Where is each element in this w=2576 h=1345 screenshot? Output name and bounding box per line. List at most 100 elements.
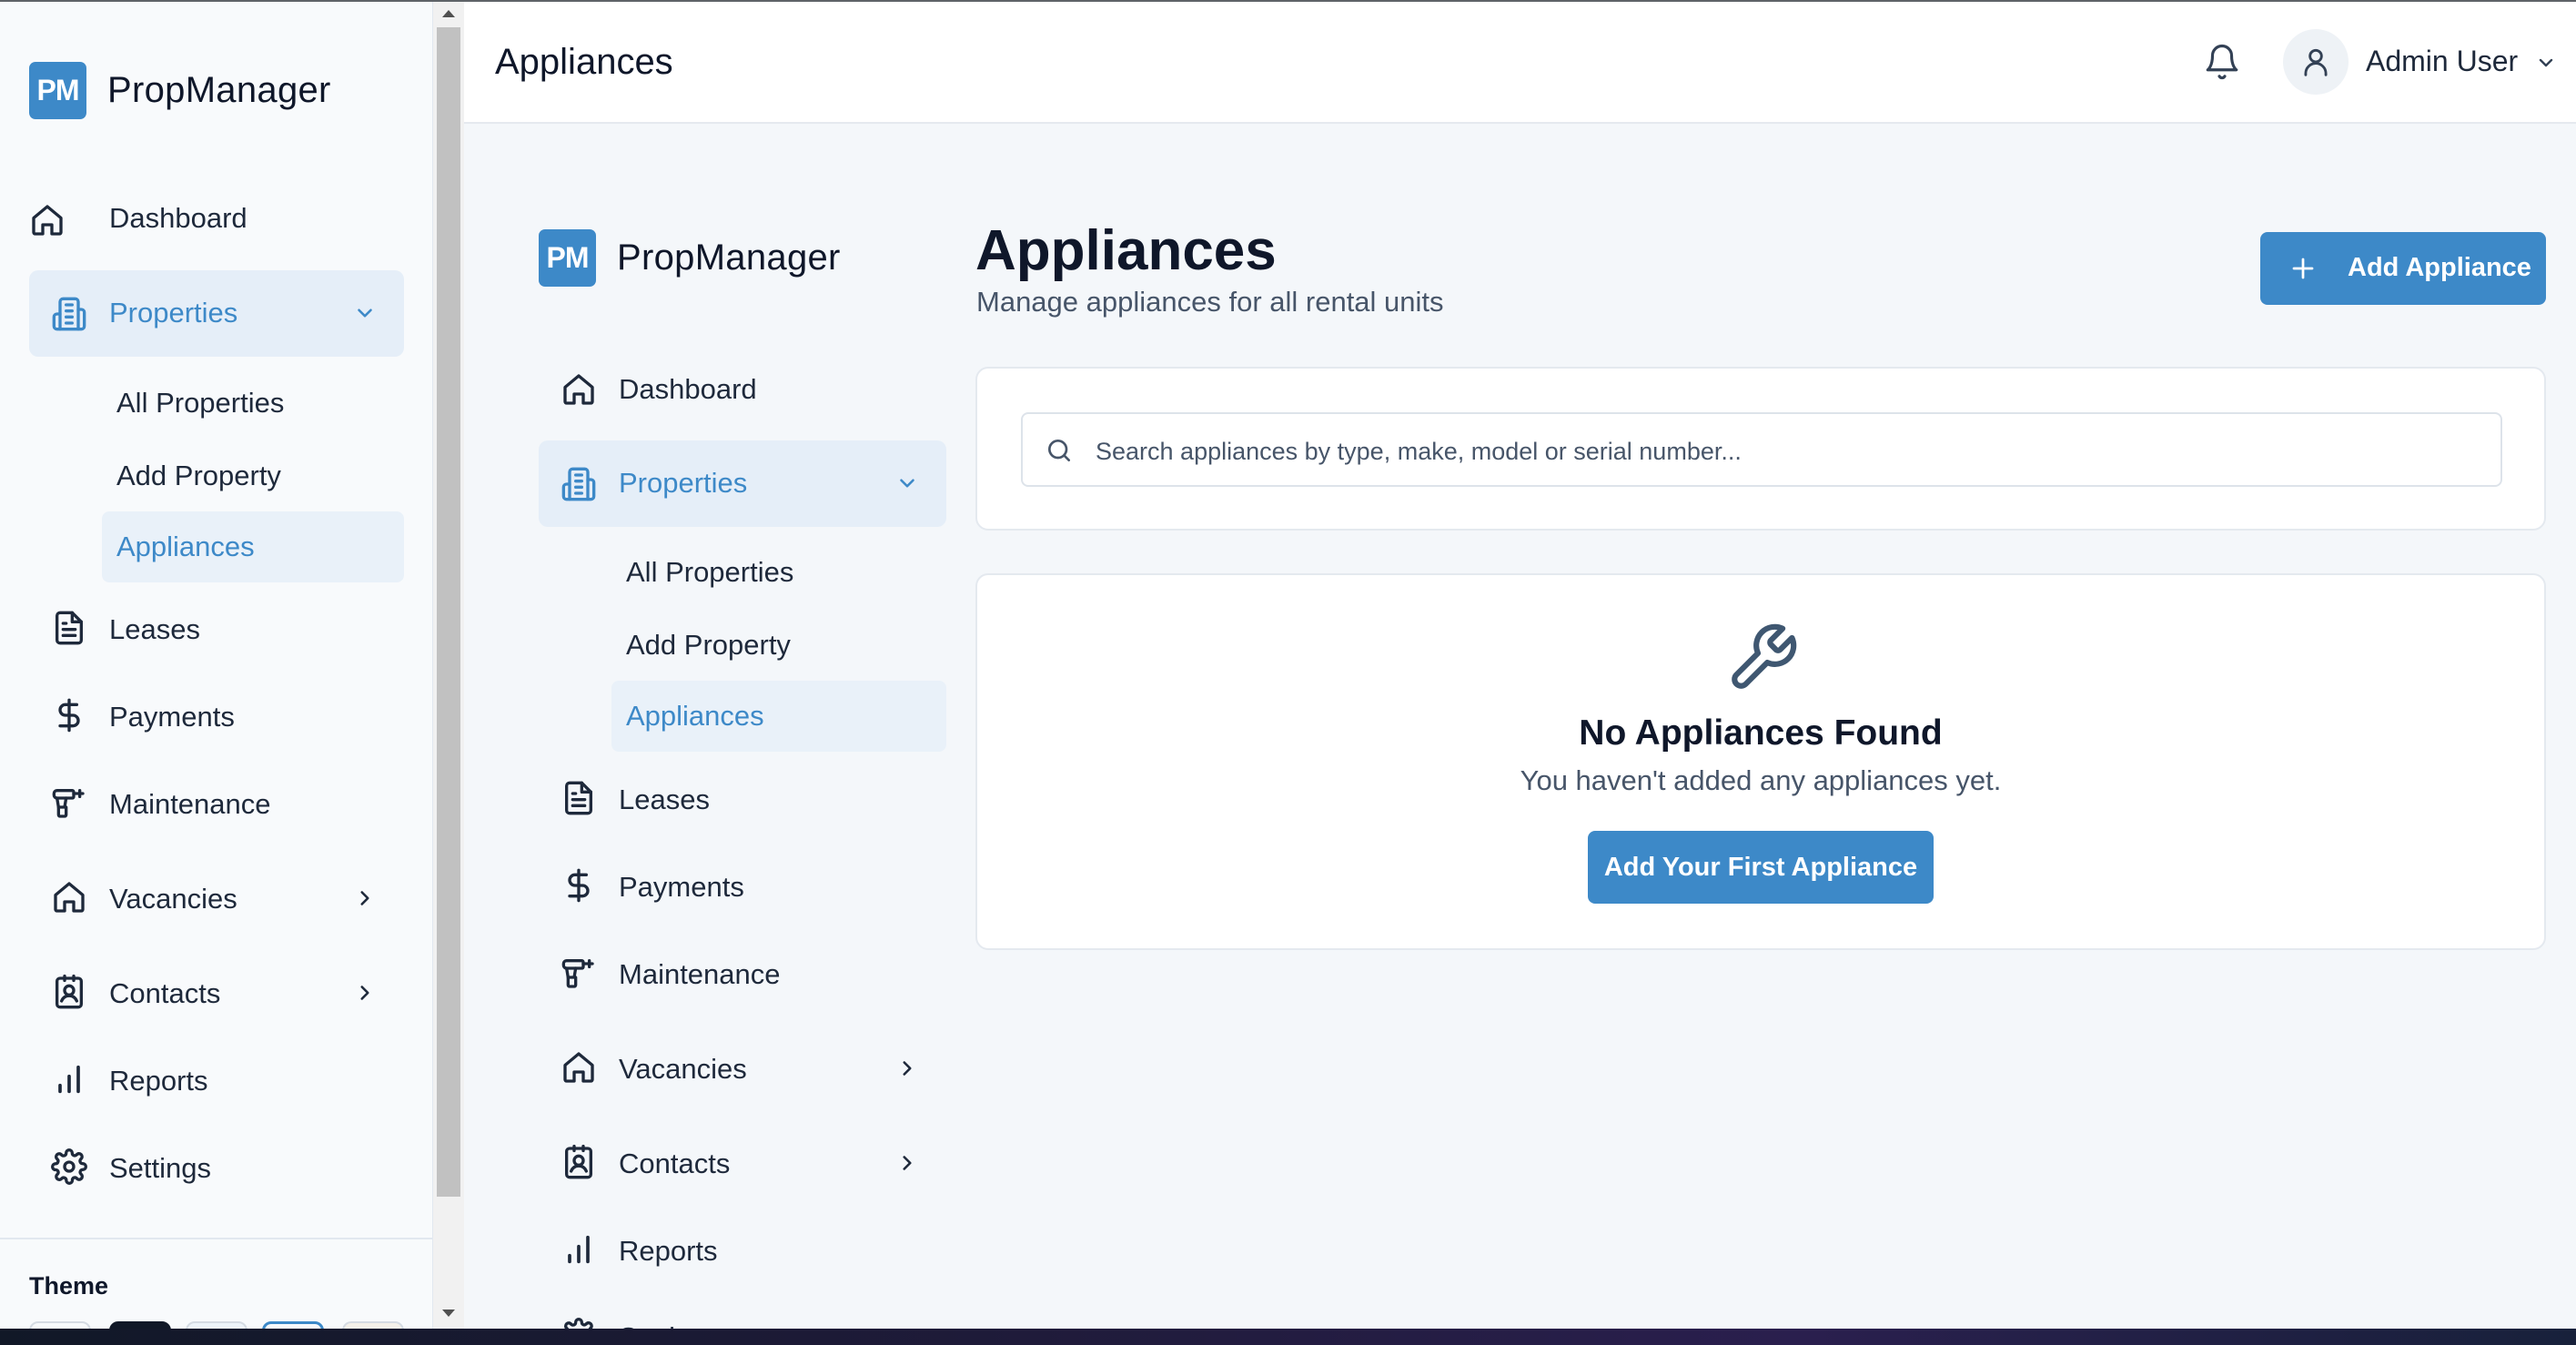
search-input[interactable]: Search appliances by type, make, model o… <box>1021 412 2502 487</box>
header-title: Appliances <box>495 42 673 82</box>
contact-icon <box>51 974 87 1010</box>
inner-sidebar-item-maintenance[interactable]: Maintenance <box>561 955 946 991</box>
chevron-down-icon[interactable] <box>895 471 919 495</box>
sidebar-divider <box>0 1238 432 1239</box>
sidebar-item-vacancies[interactable]: Vacancies <box>51 879 404 915</box>
sidebar-item-label: Dashboard <box>109 202 247 234</box>
gear-icon <box>51 1148 87 1185</box>
theme-swatch-light[interactable] <box>29 1321 91 1329</box>
sidebar-item-dashboard[interactable]: Dashboard <box>29 202 404 238</box>
sidebar-item-label: Dashboard <box>619 373 757 405</box>
inner-sidebar-item-vacancies[interactable]: Vacancies <box>561 1049 946 1086</box>
brand-name: PropManager <box>107 70 331 110</box>
sidebar-subitem-appliances[interactable]: Appliances <box>102 511 404 582</box>
sidebar-brand[interactable]: PM PropManager <box>29 62 331 119</box>
inner-sidebar-item-leases[interactable]: Leases <box>561 780 946 816</box>
sidebar-item-settings[interactable]: Settings <box>51 1148 404 1185</box>
sidebar-item-label: Settings <box>619 1321 721 1329</box>
brand-logo: PM <box>29 62 86 119</box>
sidebar-item-label: Leases <box>109 613 200 645</box>
home-icon <box>561 371 597 408</box>
chevron-right-icon[interactable] <box>895 1151 919 1175</box>
theme-swatch-blue[interactable] <box>186 1321 247 1329</box>
add-appliance-label: Add Appliance <box>2348 253 2531 282</box>
contact-icon <box>561 1144 597 1180</box>
document-icon <box>561 780 597 816</box>
sidebar-item-label: Reports <box>109 1065 208 1097</box>
inner-sidebar-item-properties[interactable]: Properties <box>539 440 946 527</box>
inner-sidebar-item-contacts[interactable]: Contacts <box>561 1144 946 1180</box>
inner-sidebar-item-settings[interactable]: Settings <box>561 1318 946 1329</box>
sidebar-item-label: Properties <box>619 467 748 499</box>
sidebar-item-leases[interactable]: Leases <box>51 610 404 646</box>
sidebar-item-payments[interactable]: Payments <box>51 697 404 733</box>
window-top-border <box>0 0 2576 2</box>
sidebar-item-reports[interactable]: Reports <box>51 1061 404 1097</box>
inner-sidebar-subitem-appliances[interactable]: Appliances <box>611 681 946 752</box>
theme-swatch-selected[interactable] <box>262 1321 324 1329</box>
taskbar-strip <box>0 1329 2576 1345</box>
page-title: Appliances <box>975 219 1277 282</box>
brand-name: PropManager <box>617 238 841 278</box>
user-icon <box>2298 45 2333 79</box>
document-icon <box>51 610 87 646</box>
add-appliance-button[interactable]: Add Appliance <box>2260 232 2546 305</box>
inner-sidebar-subitem-all-properties[interactable]: All Properties <box>626 556 793 589</box>
sidebar-item-maintenance[interactable]: Maintenance <box>51 784 404 821</box>
page-subtitle: Manage appliances for all rental units <box>976 286 1444 318</box>
inner-sidebar-item-reports[interactable]: Reports <box>561 1231 946 1268</box>
wrench-icon <box>1725 621 1800 695</box>
chevron-right-icon[interactable] <box>895 1057 919 1080</box>
bar-chart-icon <box>561 1231 597 1268</box>
drill-icon <box>561 955 597 991</box>
sidebar-item-label: Contacts <box>619 1148 731 1179</box>
sidebar-item-label: Properties <box>109 297 238 329</box>
scroll-down-arrow-icon[interactable] <box>441 1309 456 1318</box>
bell-icon[interactable] <box>2203 43 2241 81</box>
bar-chart-icon <box>51 1061 87 1097</box>
sidebar-item-label: Settings <box>109 1152 212 1184</box>
sidebar-subitem-all-properties[interactable]: All Properties <box>116 387 284 420</box>
sidebar-item-label: Vacancies <box>619 1053 747 1085</box>
inner-sidebar-brand[interactable]: PM PropManager <box>539 229 841 287</box>
building-icon <box>561 466 597 502</box>
inner-sidebar-item-dashboard[interactable]: Dashboard <box>561 371 946 408</box>
user-name[interactable]: Admin User <box>2366 45 2518 78</box>
chevron-right-icon[interactable] <box>353 981 377 1005</box>
sidebar-scrollbar[interactable] <box>433 0 464 1329</box>
top-header: Appliances Admin User <box>464 2 2576 124</box>
sidebar-subitem-add-property[interactable]: Add Property <box>116 460 281 492</box>
home-icon <box>51 879 87 915</box>
drill-icon <box>51 784 87 821</box>
brand-logo: PM <box>539 229 596 287</box>
sidebar-item-label: Maintenance <box>109 788 271 820</box>
sidebar: PM PropManager Dashboard Properties All … <box>0 0 433 1329</box>
sidebar-item-label: Vacancies <box>109 883 237 915</box>
home-icon <box>29 202 66 238</box>
sidebar-item-label: Reports <box>619 1235 718 1267</box>
home-icon <box>561 1049 597 1086</box>
chevron-down-icon[interactable] <box>353 301 377 325</box>
inner-sidebar-item-payments[interactable]: Payments <box>561 867 946 904</box>
scroll-up-arrow-icon[interactable] <box>441 9 456 18</box>
avatar[interactable] <box>2283 29 2349 95</box>
chevron-down-icon[interactable] <box>2535 52 2557 74</box>
scrollbar-thumb[interactable] <box>437 27 460 1197</box>
empty-state-card: No Appliances Found You haven't added an… <box>975 573 2546 950</box>
theme-swatch-dark[interactable] <box>109 1321 171 1329</box>
search-card: Search appliances by type, make, model o… <box>975 367 2546 531</box>
plus-icon <box>2289 255 2317 282</box>
search-placeholder: Search appliances by type, make, model o… <box>1096 438 1742 465</box>
sidebar-item-label: Payments <box>109 701 235 733</box>
gear-icon <box>561 1318 597 1329</box>
sidebar-item-label: Payments <box>619 871 744 903</box>
theme-swatch-warm[interactable] <box>342 1321 404 1329</box>
inner-sidebar-subitem-add-property[interactable]: Add Property <box>626 629 791 662</box>
add-first-appliance-button[interactable]: Add Your First Appliance <box>1588 831 1934 904</box>
sidebar-item-properties[interactable]: Properties <box>29 270 404 357</box>
chevron-right-icon[interactable] <box>353 886 377 910</box>
search-icon <box>1045 436 1074 465</box>
sidebar-item-contacts[interactable]: Contacts <box>51 974 404 1010</box>
sidebar-item-label: Leases <box>619 784 710 815</box>
dollar-icon <box>51 697 87 733</box>
